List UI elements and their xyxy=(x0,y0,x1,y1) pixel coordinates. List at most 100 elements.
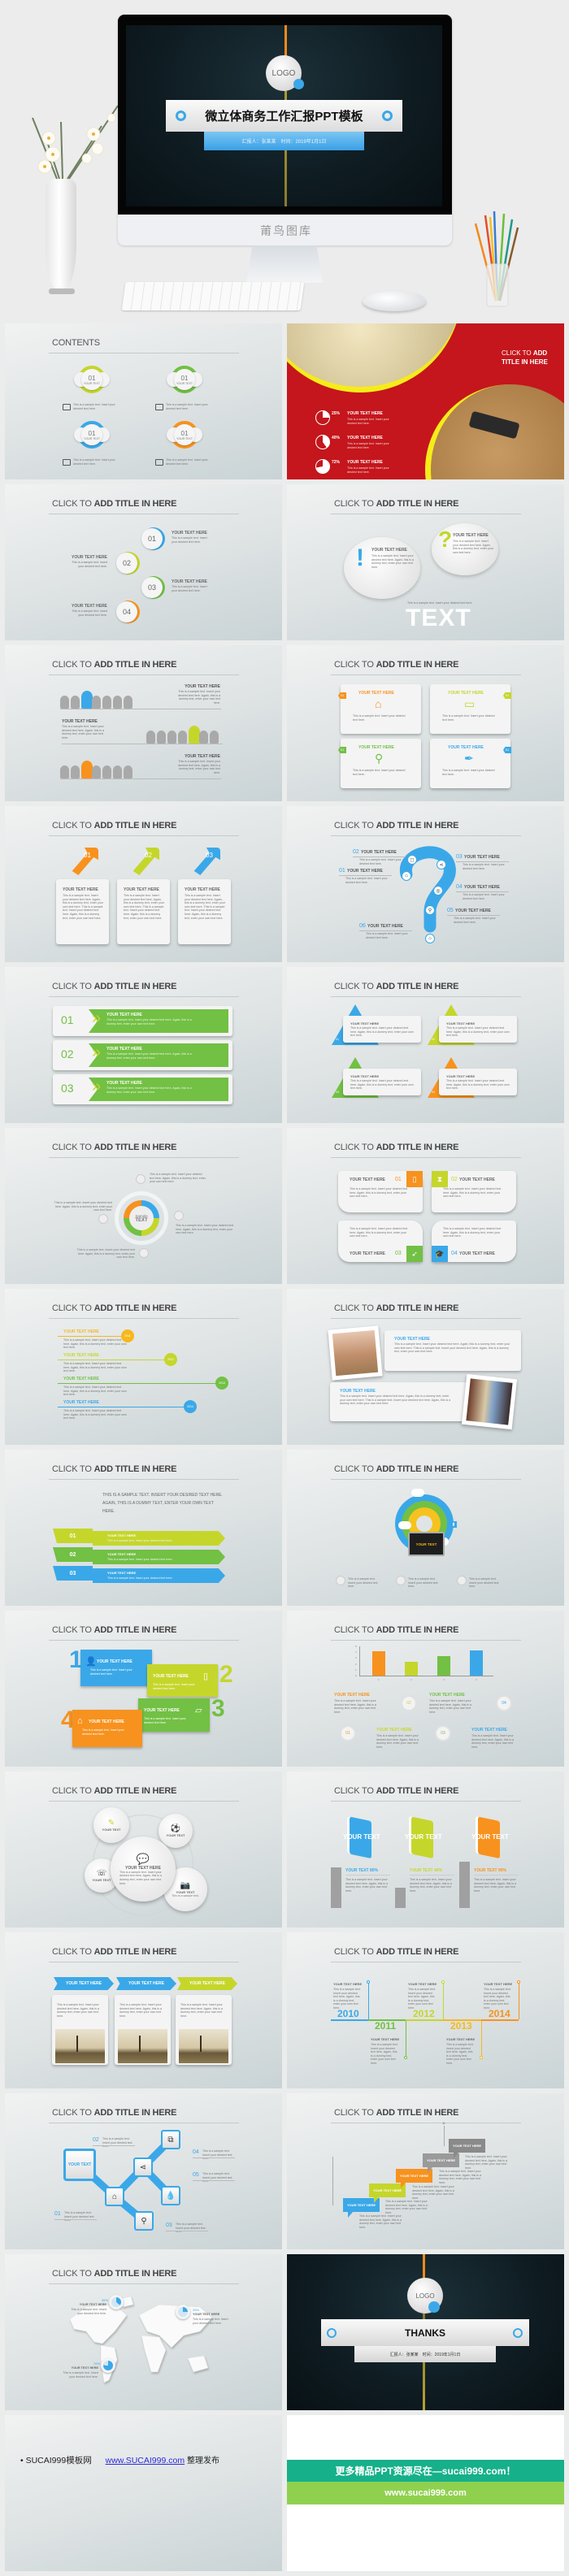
person-icon xyxy=(199,730,208,744)
slide-people[interactable]: CLICK TO ADD TITLE IN HERE YOUR TEXT HERE… xyxy=(5,645,282,801)
search-icon[interactable]: ⚲ xyxy=(134,2211,154,2231)
slide-photocards[interactable]: CLICK TO ADD TITLE IN HERE YOUR TEXT HERE… xyxy=(5,1932,282,2088)
step-bar[interactable]: 02 » YOUR TEXT HERE This is a sample text. … xyxy=(53,1040,232,1070)
card-text: This is a sample text. Insert your desir… xyxy=(350,1227,408,1238)
book-text: This is a sample text. Insert your desir… xyxy=(474,1878,516,1893)
ribbon[interactable]: YOUR TEXT HERE This is a sample text. Ins… xyxy=(93,1550,225,1564)
number-badge: 02 xyxy=(401,1695,417,1711)
slide-books[interactable]: CLICK TO ADD TITLE IN HERE YOUR TEXT YOUR … xyxy=(287,1772,564,1928)
slide-cloud[interactable]: CLICK TO ADD TITLE IN HERE ▮ YOUR TEXT This… xyxy=(287,1450,564,1606)
person-icon xyxy=(71,695,80,709)
promo-url-bar[interactable]: www.sucai999.com xyxy=(287,2482,564,2504)
feature-circle[interactable]: ✎ YOUR TEXT xyxy=(93,1807,129,1843)
label-text: This is a sample text. Insert your desir… xyxy=(176,2223,206,2234)
drop-icon[interactable]: 💧 xyxy=(161,2186,180,2205)
feature-circle[interactable]: ⚽ YOUR TEXT xyxy=(159,1814,193,1848)
card-heading: YOUR TEXT HERE xyxy=(394,1337,430,1342)
slide-arrows[interactable]: CLICK TO ADD TITLE IN HERE 01 YOUR TEXT HE… xyxy=(5,806,282,962)
primary-tile[interactable]: YOUR TEXT xyxy=(63,2149,96,2181)
slide-stairs[interactable]: CLICK TO ADD TITLE IN HERE ▲ YOUR TEXT HER… xyxy=(287,2093,564,2249)
number-tag: 01 xyxy=(338,747,346,753)
copy-icon[interactable]: ⧉ xyxy=(161,2130,180,2149)
slide-greenbars[interactable]: CLICK TO ADD TITLE IN HERE 01 » YOUR TEXT H… xyxy=(5,967,282,1123)
exclamation-mark: ! xyxy=(356,544,364,571)
triangle-number: 03 xyxy=(336,1091,339,1094)
title-banner: 微立体商务工作汇报PPT模板 xyxy=(166,100,402,132)
title-light: CLICK TO xyxy=(334,982,376,991)
feature-card[interactable]: 01 YOUR TEXT HERE ▭ This is a sample text. … xyxy=(430,684,511,734)
title-divider xyxy=(49,1640,239,1641)
rounded-card[interactable]: ▯ YOUR TEXT HERE 01 This is a sample text. … xyxy=(338,1171,423,1212)
slide-colorcards[interactable]: CLICK TO ADD TITLE IN HERE 1 👤 YOUR TEXT HE… xyxy=(5,1611,282,1767)
slide-question[interactable]: CLICK TO ADD TITLE IN HERE ⌂ 01 YOUR TEXT H… xyxy=(287,806,564,962)
item-heading: YOUR TEXT HERE xyxy=(429,1693,465,1698)
credit-link[interactable]: www.SUCAI999.com xyxy=(106,2456,185,2465)
slide-title: CLICK TO ADD TITLE IN HERE xyxy=(52,1303,177,1313)
title-divider xyxy=(331,1801,521,1802)
ribbon[interactable]: YOUR TEXT HERE This is a sample text. Ins… xyxy=(93,1568,225,1583)
photo-card[interactable]: This is a sample text. Insert your desir… xyxy=(176,1995,232,2065)
title-light: CLICK TO xyxy=(502,349,533,357)
monitor-stand xyxy=(246,245,323,283)
content-item-badge[interactable]: 01 YOUR TEXT xyxy=(174,369,195,390)
content-item-badge[interactable]: 01 YOUR TEXT xyxy=(81,369,102,390)
home-icon[interactable]: ⌂ xyxy=(105,2187,124,2206)
slide-steps[interactable]: CLICK TO ADD TITLE IN HERE 01 YOUR TEXT HE… xyxy=(5,484,282,640)
slide-yeartimeline[interactable]: CLICK TO ADD TITLE IN HERE 2011 YOUR TEXT … xyxy=(5,1289,282,1445)
slide-bubbles[interactable]: CLICK TO ADD TITLE IN HERE!? YOUR TEXT HE… xyxy=(287,484,564,640)
title-light: CLICK TO xyxy=(52,1625,94,1635)
rounded-card[interactable]: ➶ YOUR TEXT HERE 03 This is a sample text. … xyxy=(338,1221,423,1262)
rounded-card[interactable]: 🎓 YOUR TEXT HERE 04 This is a sample text. … xyxy=(432,1221,516,1262)
footer-promo-panel: 更多精品PPT资源尽在—sucai999.com！ www.sucai999.c… xyxy=(287,2415,564,2571)
slide-rounded4[interactable]: CLICK TO ADD TITLE IN HERE ▯ YOUR TEXT HER… xyxy=(287,1128,564,1284)
step-bar[interactable]: 03 » YOUR TEXT HERE This is a sample text. … xyxy=(53,1074,232,1104)
node-text: This is a sample text. Insert your desir… xyxy=(345,877,388,884)
color-card[interactable]: 👤 YOUR TEXT HERE This is a sample text. In… xyxy=(80,1650,152,1686)
photo-card[interactable]: This is a sample text. Insert your desir… xyxy=(115,1995,171,2065)
slide-hub[interactable]: CLICK TO ADD TITLE IN HERE YOUR TEXT ⋖ ⌂ ⧉ 💧 ⚲… xyxy=(5,2093,282,2249)
people-group xyxy=(60,759,138,778)
slide-timeline[interactable]: CLICK TO ADD TITLE IN HERE 2010 YOUR TEXT … xyxy=(287,1932,564,2088)
content-item-badge[interactable]: 01 YOUR TEXT xyxy=(174,424,195,445)
share-icon[interactable]: ⋖ xyxy=(133,2158,153,2177)
promo-url[interactable]: www.sucai999.com xyxy=(384,2488,466,2498)
color-card[interactable]: ▱ YOUR TEXT HERE This is a sample text. In… xyxy=(138,1698,210,1732)
feature-card[interactable]: 01 YOUR TEXT HERE ✒ This is a sample text. … xyxy=(430,739,511,788)
speech-tag: YOUR TEXT HERE xyxy=(449,2139,485,2153)
card-text: This is a sample text. Insert your desir… xyxy=(144,1717,186,1724)
slide-cards4[interactable]: CLICK TO ADD TITLE IN HERE 01 YOUR TEXT HE… xyxy=(287,645,564,801)
photo-card[interactable]: This is a sample text. Insert your desir… xyxy=(52,1995,108,2065)
slide-thanks[interactable]: LOGO THANKS 汇报人：张某某 时间：2019年1月1日 xyxy=(287,2254,564,2410)
highlight-person-icon xyxy=(81,691,93,709)
slide-red[interactable]: CLICK TO ADD TITLE IN HERE 25% YOUR TEXT HE… xyxy=(287,323,564,479)
slide-map[interactable]: CLICK TO ADD TITLE IN HERE 36% YOUR TEXT H… xyxy=(5,2254,282,2410)
node-icon: ◻ xyxy=(407,855,417,865)
slide-contents[interactable]: CONTENTS 01 YOUR TEXT This is a sample text… xyxy=(5,323,282,479)
ribbon[interactable]: YOUR TEXT HERE This is a sample text. Ins… xyxy=(93,1531,225,1546)
slide-triangles[interactable]: CLICK TO ADD TITLE IN HERE 01 YOUR TEXT HE… xyxy=(287,967,564,1123)
title-bold: ADD TITLE IN HERE xyxy=(93,1947,177,1957)
rounded-card[interactable]: ⧗ YOUR TEXT HERE 02 This is a sample text. … xyxy=(432,1171,516,1212)
slide-barchart[interactable]: CLICK TO ADD TITLE IN HERE 0 1 2 3 4 5 1 2 3 4 YOUR… xyxy=(287,1611,564,1767)
feature-card[interactable]: 01 YOUR TEXT HERE ⌂ This is a sample text. … xyxy=(338,684,421,734)
content-item-badge[interactable]: 01 YOUR TEXT xyxy=(81,424,102,445)
book-percent: 80% xyxy=(370,1868,379,1873)
slide-photos[interactable]: CLICK TO ADD TITLE IN HERE YOUR TEXT HERE… xyxy=(287,1289,564,1445)
color-card[interactable]: ⌂ YOUR TEXT HERE This is a sample text. In… xyxy=(72,1710,142,1747)
y-tick-label: 4 xyxy=(355,1650,357,1654)
timeline-segment xyxy=(406,2019,443,2021)
slide-title: CLICK TO ADD TITLE IN HERE xyxy=(334,1625,459,1635)
feature-card[interactable]: 01 YOUR TEXT HERE ⚲ This is a sample text. … xyxy=(338,739,421,788)
item-heading: YOUR TEXT HERE xyxy=(347,411,383,416)
title-divider xyxy=(49,996,239,997)
step-bar[interactable]: 01 » YOUR TEXT HERE This is a sample text. … xyxy=(53,1006,232,1036)
bar-number: 02 xyxy=(61,1047,74,1060)
leader-line xyxy=(456,861,509,862)
color-card[interactable]: ▯ YOUR TEXT HERE This is a sample text. In… xyxy=(147,1664,218,1697)
node-icon: ⌂ xyxy=(402,871,411,881)
slide-cycle[interactable]: CLICK TO ADD TITLE IN HERE Sample TEXT This… xyxy=(5,1128,282,1284)
slide-ribbons[interactable]: CLICK TO ADD TITLE IN HERE THIS IS A SAMP… xyxy=(5,1450,282,1606)
slide-circles[interactable]: CLICK TO ADD TITLE IN HERE ✎ YOUR TEXT ⚽ YOU… xyxy=(5,1772,282,1928)
ring-icon xyxy=(382,111,393,121)
landscape-photo xyxy=(55,2029,105,2063)
